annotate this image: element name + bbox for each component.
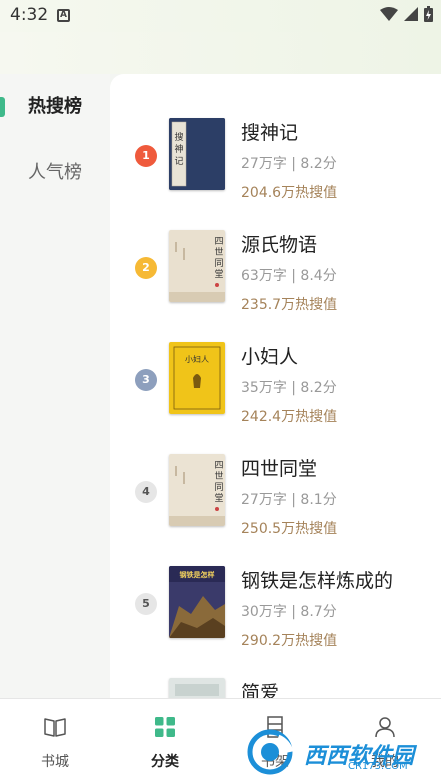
svg-text:神: 神 (174, 143, 183, 155)
svg-text:同: 同 (214, 482, 223, 493)
book-meta: 63万字 | 8.4分 (241, 268, 337, 284)
book-hot-value: 235.7万热搜值 (241, 297, 338, 313)
tab-label: 书城 (41, 754, 69, 770)
book-cover: 钢铁是怎样 (169, 566, 225, 638)
book-meta: 27万字 | 8.1分 (241, 492, 337, 508)
book-hot-value: 290.2万热搜值 (241, 633, 338, 649)
book-cover: 小妇人 (169, 342, 225, 414)
rank-badge: 5 (135, 593, 157, 615)
book-meta: 27万字 | 8.2分 (241, 156, 337, 172)
book-cover: 四世同堂 (169, 454, 225, 526)
book-item[interactable]: 简爱 (110, 678, 441, 698)
status-icons (380, 6, 433, 22)
status-time: 4:32 (10, 5, 49, 25)
svg-text:堂: 堂 (214, 492, 223, 504)
wifi-icon (380, 7, 398, 21)
rank-badge: 3 (135, 369, 157, 391)
book-title: 简爱 (241, 682, 280, 698)
book-title: 源氏物语 (241, 234, 318, 256)
rank-badge: 2 (135, 257, 157, 279)
book-cover (169, 678, 225, 698)
rank-badge: 1 (135, 145, 157, 167)
svg-text:小妇人: 小妇人 (185, 354, 209, 364)
svg-text:四: 四 (214, 461, 223, 471)
sidebar-item-hot-search[interactable]: 热搜榜 (0, 92, 110, 122)
svg-text:钢铁是怎样: 钢铁是怎样 (180, 570, 215, 579)
watermark-subtext: CR173.COM (348, 761, 408, 772)
book-item[interactable]: 3 小妇人 小妇人 35万字 | 8.2分 242.4万热搜值 (110, 342, 441, 442)
book-title: 搜神记 (241, 122, 299, 144)
status-bar: 4:32 A (0, 0, 441, 32)
book-item[interactable]: 1 搜神记 搜神记 27万字 | 8.2分 204.6万热搜值 (110, 118, 441, 218)
book-hot-value: 242.4万热搜值 (241, 409, 338, 425)
svg-text:世: 世 (214, 246, 223, 258)
tab-label: 分类 (151, 754, 179, 770)
book-list-panel: 1 搜神记 搜神记 27万字 | 8.2分 204.6万热搜值 2 四世同堂 源… (110, 74, 441, 698)
book-item[interactable]: 2 四世同堂 源氏物语 63万字 | 8.4分 235.7万热搜值 (110, 230, 441, 330)
svg-text:搜: 搜 (174, 131, 183, 143)
book-title: 小妇人 (241, 346, 299, 368)
svg-text:记: 记 (174, 156, 183, 167)
book-open-icon (44, 718, 66, 737)
header-background (0, 32, 441, 74)
svg-text:同: 同 (214, 258, 223, 269)
book-item[interactable]: 5 钢铁是怎样 钢铁是怎样炼成的 30万字 | 8.7分 290.2万热搜值 (110, 566, 441, 666)
tab-category[interactable]: 分类 (110, 699, 220, 784)
battery-icon (424, 6, 433, 22)
book-cover: 四世同堂 (169, 230, 225, 302)
watermark-logo: 西西软件园 CR173.COM (244, 728, 434, 776)
book-title: 钢铁是怎样炼成的 (241, 570, 394, 592)
svg-text:四: 四 (214, 237, 223, 247)
signal-icon (404, 7, 418, 21)
book-meta: 30万字 | 8.7分 (241, 604, 337, 620)
app-notification-icon: A (57, 9, 70, 22)
sidebar-item-popularity[interactable]: 人气榜 (0, 158, 110, 188)
book-meta: 35万字 | 8.2分 (241, 380, 337, 396)
svg-text:堂: 堂 (214, 268, 223, 280)
book-hot-value: 204.6万热搜值 (241, 185, 338, 201)
tab-bookstore[interactable]: 书城 (0, 699, 110, 784)
book-hot-value: 250.5万热搜值 (241, 521, 338, 537)
book-item[interactable]: 4 四世同堂 四世同堂 27万字 | 8.1分 250.5万热搜值 (110, 454, 441, 554)
grid-icon (155, 717, 175, 737)
watermark-emblem-icon (247, 729, 294, 775)
rank-badge: 4 (135, 481, 157, 503)
book-cover: 搜神记 (169, 118, 225, 190)
book-title: 四世同堂 (241, 458, 318, 480)
svg-text:世: 世 (214, 470, 223, 482)
